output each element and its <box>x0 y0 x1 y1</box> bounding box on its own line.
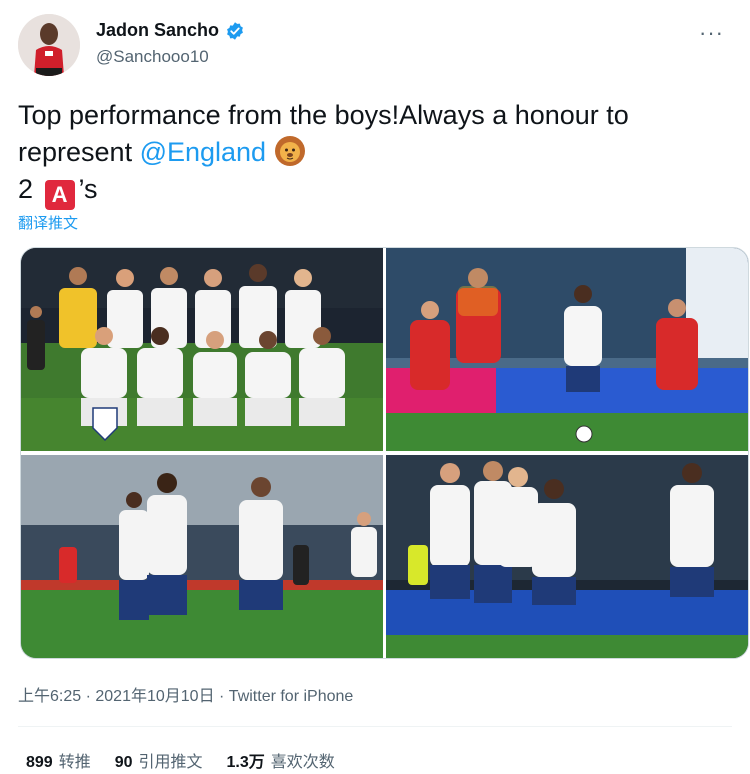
likes-label: 喜欢次数 <box>270 754 335 771</box>
tweet-line-2: represent @England <box>18 134 728 171</box>
lion-emoji-icon <box>274 135 306 167</box>
photo-grid <box>20 247 749 659</box>
divider <box>18 726 732 727</box>
likes-stat[interactable]: 1.3万 喜欢次数 <box>227 748 335 772</box>
meta-sep-2: · <box>214 688 229 705</box>
tweet-line-3: 2 A’s <box>18 171 728 210</box>
tweet-number: 2 <box>18 174 34 204</box>
more-options-icon[interactable]: ··· <box>699 20 724 46</box>
team-photo-lineup[interactable] <box>21 248 383 451</box>
match-action-photo[interactable] <box>386 248 748 451</box>
meta-sep-1: · <box>81 688 96 705</box>
tweet-timestamp: 上午6:25 · 2021年10月10日 · Twitter for iPhon… <box>18 682 353 706</box>
translate-tweet-link[interactable]: 翻译推文 <box>18 212 78 233</box>
goal-celebration-photo[interactable] <box>21 455 383 658</box>
tweet-date[interactable]: 2021年10月10日 <box>95 688 214 705</box>
tweet-text: Top performance from the boys!Always a h… <box>18 97 728 210</box>
quote-tweets-label: 引用推文 <box>138 754 203 771</box>
engagement-stats: 899 转推 90 引用推文 1.3万 喜欢次数 <box>26 748 335 772</box>
quote-tweets-stat[interactable]: 90 引用推文 <box>115 748 203 772</box>
author-name[interactable]: Jadon Sancho <box>96 20 219 41</box>
author-handle[interactable]: @Sanchooo10 <box>96 47 209 67</box>
team-hug-photo[interactable] <box>386 455 748 658</box>
likes-count: 1.3万 <box>226 754 265 771</box>
retweets-label: 转推 <box>58 754 91 771</box>
quote-tweets-count: 90 <box>114 754 133 771</box>
tweet-line-1: Top performance from the boys!Always a h… <box>18 100 629 130</box>
tweet-source[interactable]: Twitter for iPhone <box>229 688 354 705</box>
retweets-count: 899 <box>26 754 53 771</box>
tweet-represent-text: represent <box>18 137 140 167</box>
tweet-suffix: ’s <box>78 174 98 204</box>
tweet-time[interactable]: 上午6:25 <box>18 688 81 705</box>
england-mention-link[interactable]: @England <box>140 137 267 167</box>
verified-badge-icon <box>225 21 245 41</box>
author-avatar[interactable] <box>18 14 80 76</box>
a-button-emoji-icon: A <box>44 180 75 210</box>
retweets-stat[interactable]: 899 转推 <box>26 748 91 772</box>
